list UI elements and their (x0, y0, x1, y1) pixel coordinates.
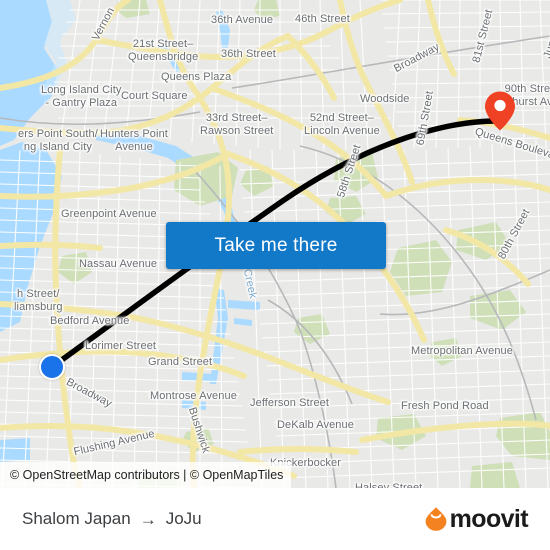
take-me-there-button[interactable]: Take me there (166, 222, 386, 269)
origin-marker[interactable] (39, 354, 65, 380)
arrow-right-icon: → (139, 509, 157, 529)
footer-bar: Shalom Japan → JoJu moovit (0, 488, 550, 550)
map-attribution: © OpenStreetMap contributors | © OpenMap… (0, 462, 292, 488)
trip-summary: Shalom Japan → JoJu (22, 509, 202, 529)
trip-destination-label: JoJu (165, 509, 202, 528)
trip-origin-label: Shalom Japan (22, 509, 131, 528)
attribution-text[interactable]: © OpenStreetMap contributors | © OpenMap… (10, 468, 283, 482)
moovit-wordmark: moovit (449, 504, 529, 533)
moovit-pin-icon (424, 506, 448, 532)
map-canvas[interactable]: 36th Avenue 46th Street 21st Street– Queen… (0, 0, 550, 488)
destination-marker[interactable] (484, 90, 516, 132)
moovit-logo[interactable]: moovit (424, 504, 529, 534)
map-app: 36th Avenue 46th Street 21st Street– Queen… (0, 0, 550, 550)
